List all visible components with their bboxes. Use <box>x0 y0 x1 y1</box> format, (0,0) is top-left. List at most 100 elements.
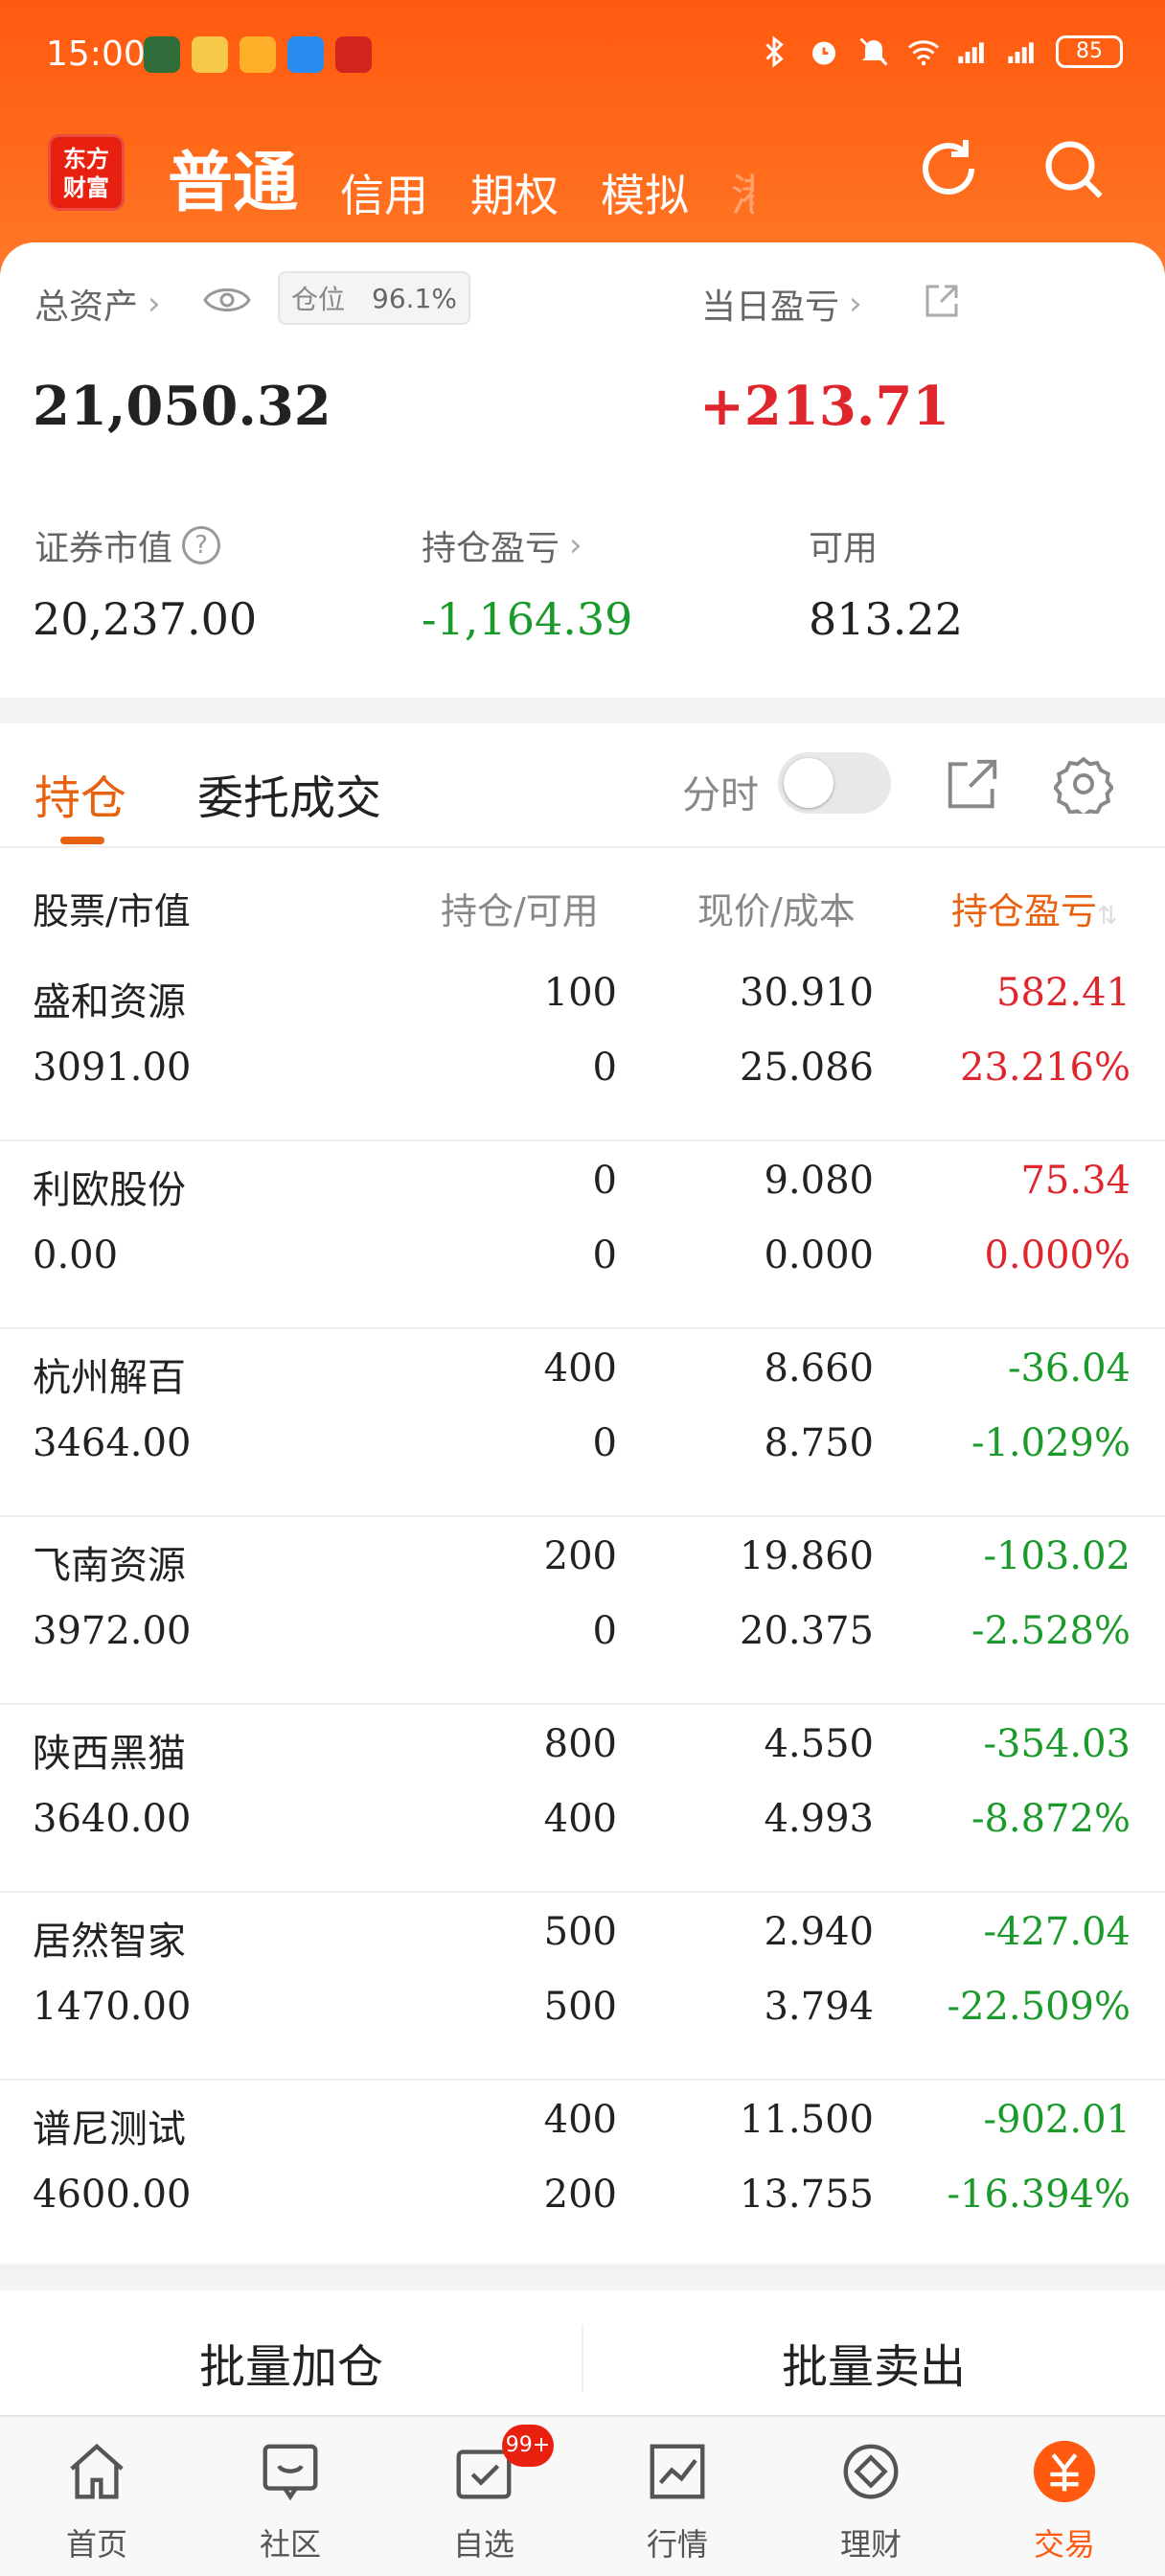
holding-pl-label[interactable]: 持仓盈亏 › <box>422 520 582 570</box>
available-qty: 400 <box>543 1797 617 1841</box>
tab-simulated[interactable]: 模拟 <box>601 161 689 224</box>
search-icon[interactable] <box>1039 134 1108 203</box>
batch-add-button[interactable]: 批量加仓 <box>0 2329 582 2396</box>
table-row[interactable]: 陕西黑猫 3640.00 800 400 4.550 4.993 -354.03 -8.872… <box>0 1705 1165 1893</box>
share-icon[interactable] <box>922 281 962 321</box>
weibo-icon <box>192 36 228 73</box>
current-price: 9.080 <box>764 1159 874 1203</box>
current-price: 8.660 <box>764 1346 874 1391</box>
available-qty: 0 <box>592 1609 617 1653</box>
stock-market-value: 1470.00 <box>33 1985 192 2029</box>
stock-name: 杭州解百 <box>33 1356 186 1400</box>
status-bar: 15:00 85 <box>0 0 1165 115</box>
stock-market-value: 0.00 <box>33 1233 119 1277</box>
alarm-icon <box>812 41 835 65</box>
settings-icon[interactable] <box>1054 754 1113 814</box>
holding-pl: -103.02 <box>983 1534 1131 1578</box>
wechat-icon <box>144 36 180 73</box>
available-qty: 0 <box>592 1046 617 1090</box>
wifi-icon <box>908 40 939 66</box>
holding-pl-percent: -8.872% <box>971 1797 1131 1841</box>
bluetooth-icon <box>765 35 784 68</box>
stock-name: 盛和资源 <box>33 980 186 1024</box>
trade-icon <box>1033 2440 1096 2503</box>
toggle-knob <box>784 758 834 808</box>
batch-sell-button[interactable]: 批量卖出 <box>582 2329 1165 2396</box>
table-row[interactable]: 盛和资源 3091.00 100 0 30.910 25.086 582.41 23.216% <box>0 954 1165 1141</box>
tab-options[interactable]: 期权 <box>470 161 559 224</box>
cost-price: 25.086 <box>740 1046 874 1090</box>
current-price: 2.940 <box>764 1910 874 1954</box>
positions-tabs: 持仓 委托成交 分时 <box>0 724 1165 848</box>
export-icon[interactable] <box>943 754 1002 814</box>
holding-pl: 582.41 <box>996 971 1131 1015</box>
table-row[interactable]: 居然智家 1470.00 500 500 2.940 3.794 -427.04 -22.50… <box>0 1893 1165 2081</box>
market-value: 20,237.00 <box>33 593 258 645</box>
daily-pl-value: +213.71 <box>699 375 950 438</box>
nav-community[interactable]: 社区 <box>194 2417 387 2576</box>
chevron-right-icon: › <box>849 285 862 323</box>
total-assets-value: 21,050.32 <box>33 375 331 438</box>
help-icon[interactable]: ? <box>182 526 221 564</box>
tab-holdings[interactable]: 持仓 <box>34 760 126 827</box>
stock-name: 陕西黑猫 <box>33 1732 186 1776</box>
available-qty: 0 <box>592 1421 617 1465</box>
stock-name: 谱尼测试 <box>33 2107 186 2151</box>
table-row[interactable]: 谱尼测试 4600.00 400 200 11.500 13.755 -902.01 -16.… <box>0 2081 1165 2268</box>
status-right-icons: 85 <box>757 34 1123 69</box>
stock-market-value: 3091.00 <box>33 1046 192 1090</box>
table-row[interactable]: 飞南资源 3972.00 200 0 19.860 20.375 -103.02 -2.528… <box>0 1517 1165 1705</box>
current-price: 30.910 <box>740 971 874 1015</box>
eye-icon[interactable] <box>203 281 251 319</box>
total-assets-label[interactable]: 总资产 › <box>34 279 161 329</box>
bottom-nav: 首页 社区 99+ 自选 行情 理财 交易 <box>0 2415 1165 2576</box>
holding-pl-percent: -2.528% <box>971 1609 1131 1653</box>
col-stock[interactable]: 股票/市值 <box>33 882 191 934</box>
account-type-tabs: 普通 信用 期权 模拟 港 <box>168 129 754 224</box>
available-qty: 200 <box>543 2173 617 2217</box>
col-price[interactable]: 现价/成本 <box>697 882 856 934</box>
positions-table-header: 股票/市值 持仓/可用 现价/成本 持仓盈亏⇅ <box>0 848 1165 954</box>
chevron-right-icon: › <box>569 526 582 564</box>
current-price: 11.500 <box>740 2098 874 2142</box>
nav-finance[interactable]: 理财 <box>774 2417 968 2576</box>
cost-price: 13.755 <box>740 2173 874 2217</box>
cost-price: 4.993 <box>764 1797 874 1841</box>
holding-pl: -902.01 <box>983 2098 1131 2142</box>
tab-normal[interactable]: 普通 <box>168 129 298 224</box>
tab-hk[interactable]: 港 <box>731 161 754 224</box>
tab-credit[interactable]: 信用 <box>340 161 428 224</box>
stock-market-value: 3640.00 <box>33 1797 192 1841</box>
table-row[interactable]: 杭州解百 3464.00 400 0 8.660 8.750 -36.04 -1.029% <box>0 1329 1165 1517</box>
market-value-label: 证券市值 ? <box>34 520 221 570</box>
stock-name: 飞南资源 <box>33 1544 186 1588</box>
position-ratio-badge: 仓位 96.1% <box>278 271 470 325</box>
holding-pl-percent: -1.029% <box>971 1421 1131 1465</box>
available-label: 可用 <box>809 529 879 568</box>
holding-pl-percent: 0.000% <box>984 1233 1131 1277</box>
nav-home[interactable]: 首页 <box>0 2417 194 2576</box>
nav-watchlist[interactable]: 99+ 自选 <box>387 2417 581 2576</box>
asset-summary-card: 总资产 › 仓位 96.1% 当日盈亏 › 21,050.32 +213.71 证券… <box>0 242 1165 698</box>
status-time: 15:00 <box>46 34 146 74</box>
daily-pl-label[interactable]: 当日盈亏 › <box>701 279 862 329</box>
holding-pl: -36.04 <box>1007 1346 1131 1391</box>
holding-pl: -427.04 <box>983 1910 1131 1954</box>
nav-trade[interactable]: 交易 <box>968 2417 1161 2576</box>
col-holding[interactable]: 持仓/可用 <box>441 882 599 934</box>
available-qty: 0 <box>592 1233 617 1277</box>
home-icon <box>70 2443 124 2499</box>
available-qty: 500 <box>543 1985 617 2029</box>
app-notification-icon <box>240 36 276 73</box>
refresh-icon[interactable] <box>914 134 983 203</box>
table-row[interactable]: 利欧股份 0.00 0 0 9.080 0.000 75.34 0.000% <box>0 1141 1165 1329</box>
col-pl[interactable]: 持仓盈亏⇅ <box>951 882 1118 934</box>
nav-market[interactable]: 行情 <box>581 2417 774 2576</box>
holding-pl: -354.03 <box>983 1722 1131 1766</box>
tab-orders[interactable]: 委托成交 <box>197 760 381 827</box>
header-actions <box>914 134 1108 203</box>
holding-qty: 0 <box>592 1159 617 1203</box>
signal-icon <box>958 42 984 63</box>
fenshi-toggle[interactable] <box>778 752 891 814</box>
stock-name: 居然智家 <box>33 1920 186 1964</box>
